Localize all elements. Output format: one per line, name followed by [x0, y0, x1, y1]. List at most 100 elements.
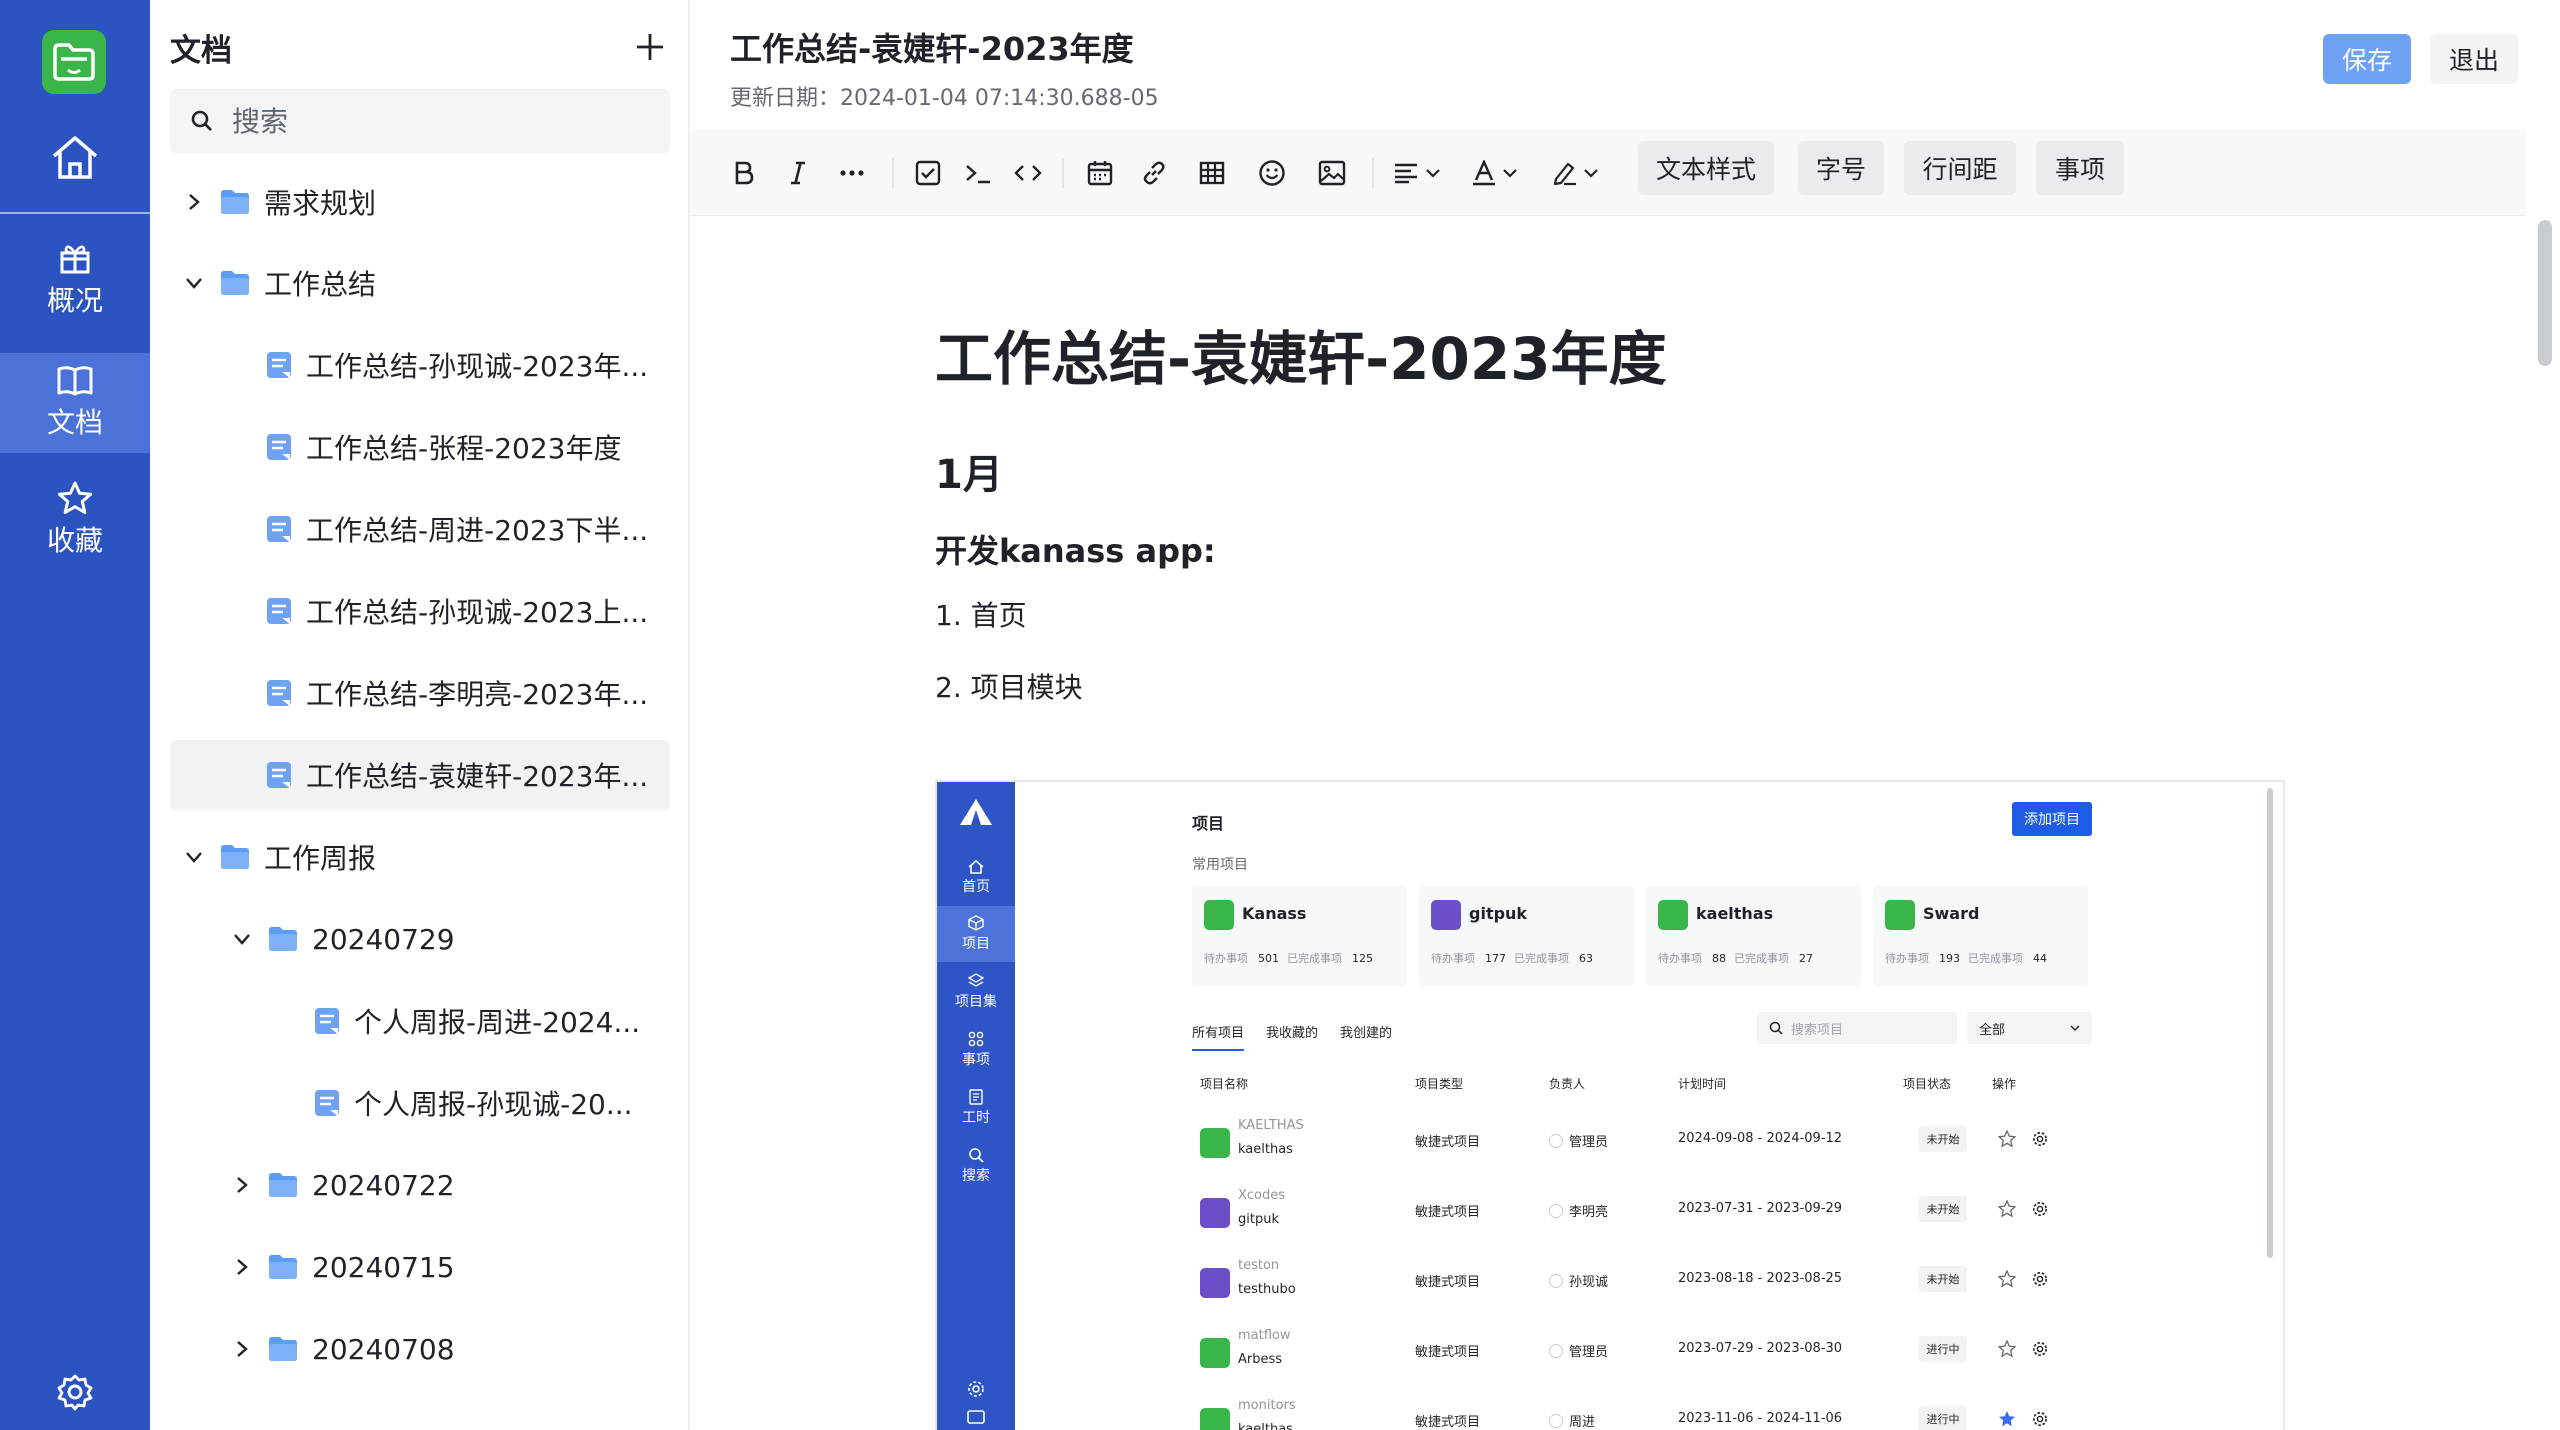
settings-button[interactable] — [55, 1372, 95, 1412]
tree-document[interactable]: 工作总结-孙现诚-2023上... — [170, 576, 670, 646]
timesheet-icon — [969, 1089, 983, 1105]
text-style-button[interactable]: 文本样式 — [1638, 141, 1774, 195]
avatar-icon — [1549, 1414, 1563, 1428]
box-icon — [968, 915, 984, 931]
document-content[interactable]: 工作总结-袁婕轩-2023年度 1月 开发kanass app: 1. 首页 2… — [690, 216, 2526, 1430]
home-button[interactable] — [0, 122, 150, 192]
row-key: monitors — [1238, 1398, 1296, 1413]
tree-folder-weekly-reports[interactable]: 工作周报 — [170, 822, 670, 892]
more-button[interactable] — [832, 150, 872, 196]
tree-search-box[interactable] — [170, 89, 670, 153]
date-button[interactable] — [1080, 150, 1120, 196]
tree-folder-week[interactable]: 20240722 — [170, 1150, 670, 1220]
exit-button[interactable]: 退出 — [2430, 34, 2518, 84]
terminal-icon — [966, 165, 990, 184]
align-left-icon — [1395, 163, 1417, 184]
embedded-project-card: gitpuk 待办事项 177 已完成事项 63 — [1419, 886, 1634, 986]
chevron-down-icon — [1584, 169, 1598, 178]
row-owner: 孙现诚 — [1549, 1271, 1608, 1290]
tree-document[interactable]: 工作总结-周进-2023下半... — [170, 494, 670, 564]
align-dropdown[interactable] — [1388, 150, 1446, 196]
table-button[interactable] — [1192, 150, 1232, 196]
chevron-down-icon[interactable] — [178, 267, 210, 299]
tree-folder-work-summary[interactable]: 工作总结 — [170, 248, 670, 318]
emoji-button[interactable] — [1252, 150, 1292, 196]
star-outline-icon — [1998, 1270, 2016, 1288]
tree-node-label: 工作总结-周进-2023下半... — [306, 514, 649, 547]
tree-document-selected[interactable]: 工作总结-袁婕轩-2023年... — [170, 740, 670, 810]
project-card-stats: 待办事项 88 已完成事项 27 — [1658, 952, 1813, 965]
tree-folder-week[interactable]: 20240708 — [170, 1314, 670, 1384]
project-card-stats: 待办事项 177 已完成事项 63 — [1431, 952, 1593, 965]
embedded-table-row: Xcodes gitpuk 敏捷式项目 李明亮 2023-07-31 - 202… — [1192, 1180, 2092, 1250]
embedded-col-header: 操作 — [1992, 1077, 2017, 1091]
checkbox-button[interactable] — [908, 150, 948, 196]
rail-item-label: 概况 — [46, 284, 103, 317]
chevron-down-icon — [2070, 1025, 2080, 1031]
italic-button[interactable] — [778, 150, 818, 196]
embedded-rail-item: 工时 — [937, 1080, 1015, 1136]
app-logo-icon[interactable] — [42, 30, 106, 94]
tree-folder-requirements[interactable]: 需求规划 — [170, 167, 670, 237]
rail-item-favorites[interactable]: 收藏 — [0, 470, 150, 570]
embedded-col-header: 计划时间 — [1678, 1077, 1727, 1091]
link-button[interactable] — [1134, 150, 1174, 196]
search-icon — [1769, 1021, 1783, 1035]
chevron-right-icon[interactable] — [226, 1333, 258, 1365]
search-input[interactable] — [232, 104, 632, 138]
work-item-button[interactable]: 事项 — [2036, 141, 2124, 195]
font-color-dropdown[interactable] — [1466, 150, 1524, 196]
chevron-down-icon[interactable] — [178, 841, 210, 873]
embedded-project-card: Sward 待办事项 193 已完成事项 44 — [1873, 886, 2088, 986]
chevron-right-icon[interactable] — [226, 1169, 258, 1201]
search-icon — [969, 1148, 984, 1163]
content-heading-3: 开发kanass app: — [935, 532, 1216, 570]
tree-node-label: 工作总结-孙现诚-2023年... — [306, 350, 649, 383]
app-window: 概况 文档 收藏 文档 搜索 需求规划 工作总结 工作总结-孙现诚-2023年.… — [0, 0, 2560, 1430]
image-button[interactable] — [1312, 150, 1352, 196]
highlight-dropdown[interactable] — [1546, 150, 1604, 196]
line-spacing-button[interactable]: 行间距 — [1904, 141, 2016, 195]
save-button[interactable]: 保存 — [2323, 34, 2411, 84]
row-key: matflow — [1238, 1328, 1291, 1343]
embedded-rail-item: 搜索 — [937, 1138, 1015, 1194]
tree-document[interactable]: 工作总结-李明亮-2023年... — [170, 658, 670, 728]
tree-folder-week[interactable]: 20240715 — [170, 1232, 670, 1302]
embedded-search-placeholder: 搜索项目 — [1791, 1022, 1844, 1038]
editor-scrollbar[interactable] — [2538, 220, 2552, 366]
chevron-right-icon[interactable] — [226, 1251, 258, 1283]
add-document-button[interactable] — [630, 27, 670, 67]
embedded-tab: 所有项目 — [1192, 1022, 1245, 1051]
tree-node-label: 工作总结-张程-2023年度 — [306, 432, 622, 465]
chevron-down-icon[interactable] — [226, 923, 258, 955]
project-icon — [1200, 1128, 1230, 1158]
bold-button[interactable] — [724, 150, 764, 196]
embedded-rail-label: 搜索 — [962, 1168, 990, 1184]
search-icon — [191, 110, 212, 131]
image-icon — [1318, 160, 1346, 186]
code-block-button[interactable] — [958, 150, 998, 196]
tree-document[interactable]: 个人周报-孙现诚-20... — [170, 1068, 670, 1138]
chevron-right-icon[interactable] — [178, 186, 210, 218]
rail-item-overview[interactable]: 概况 — [0, 230, 150, 330]
tree-node-label: 20240715 — [312, 1250, 455, 1284]
tree-header: 文档 — [170, 22, 670, 72]
tree-document[interactable]: 个人周报-周进-2024... — [170, 986, 670, 1056]
tree-document[interactable]: 工作总结-张程-2023年度 — [170, 412, 670, 482]
row-name: Arbess — [1238, 1352, 1283, 1367]
tree-node-label: 工作总结-孙现诚-2023上... — [306, 596, 649, 629]
row-owner: 周进 — [1549, 1411, 1595, 1430]
embedded-rail-label: 工时 — [962, 1110, 990, 1126]
row-type: 敏捷式项目 — [1415, 1415, 1481, 1430]
rail-item-docs[interactable]: 文档 — [0, 353, 150, 453]
tree-document[interactable]: 工作总结-孙现诚-2023年... — [170, 330, 670, 400]
embedded-rail: 首页 项目 项目集 事项 工时 搜索 — [937, 782, 1015, 1430]
embedded-select: 全部 — [1967, 1012, 2092, 1044]
embedded-col-header: 项目类型 — [1415, 1077, 1464, 1091]
inline-code-button[interactable] — [1008, 150, 1048, 196]
embedded-rail-label: 项目 — [962, 936, 990, 952]
font-size-button[interactable]: 字号 — [1798, 141, 1884, 195]
star-outline-icon — [1998, 1340, 2016, 1358]
avatar-icon — [1549, 1134, 1563, 1148]
tree-folder-week[interactable]: 20240729 — [170, 904, 670, 974]
